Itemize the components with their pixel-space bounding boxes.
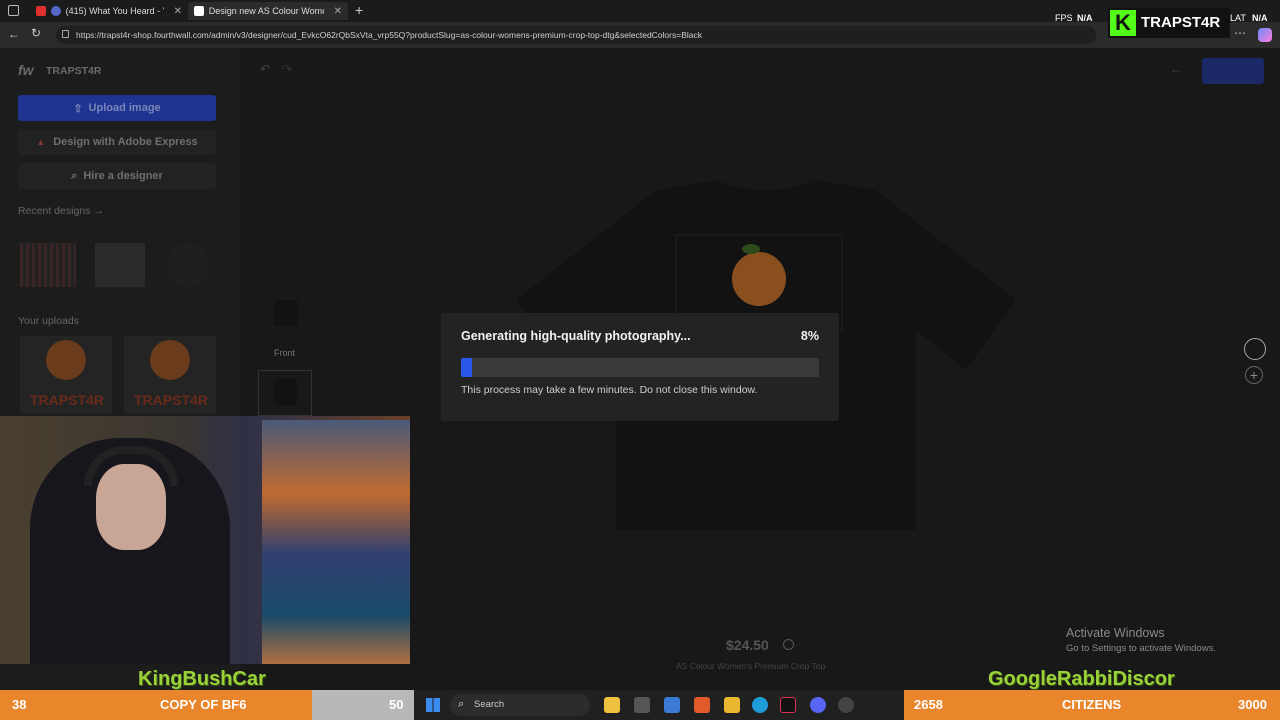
view-front-label: Front xyxy=(274,348,296,358)
edge-icon[interactable] xyxy=(752,697,768,713)
adobe-icon: ▲ xyxy=(36,137,46,147)
nickname-right: GoogleRabbiDiscor xyxy=(988,668,1175,690)
leaf-icon xyxy=(742,244,760,254)
price: $24.50 xyxy=(726,637,769,653)
youtube-icon xyxy=(36,6,46,16)
tab-designer[interactable]: Design new AS Colour Women's ✕ xyxy=(188,2,348,20)
progress-percent: 8% xyxy=(800,329,819,343)
activate-windows-subtitle: Go to Settings to activate Windows. xyxy=(1066,643,1216,654)
info-icon[interactable] xyxy=(783,639,794,650)
upload-thumb[interactable]: TRAPST4R xyxy=(20,336,112,414)
new-tab-icon[interactable]: + xyxy=(355,2,363,18)
audio-icon xyxy=(50,6,61,16)
search-icon: ⌕ xyxy=(71,169,78,182)
url-text: https://trapst4r-shop.fourthwall.com/adm… xyxy=(76,30,702,40)
zoom-reset-icon[interactable] xyxy=(1244,338,1266,360)
upload-thumb-text: TRAPST4R xyxy=(134,392,208,408)
task-view-icon[interactable] xyxy=(634,697,650,713)
search-icon: ⌕ xyxy=(458,698,465,710)
activate-windows-title: Activate Windows xyxy=(1066,626,1165,640)
recent-design-thumb[interactable] xyxy=(20,243,76,287)
back-arrow-icon[interactable]: ← xyxy=(1170,62,1182,76)
goal-left-label: COPY OF BF6 xyxy=(160,697,247,712)
view-thumb-front[interactable]: Front xyxy=(260,294,310,358)
taskbar-search-placeholder: Search xyxy=(474,699,505,710)
taskbar-search[interactable]: ⌕ Search xyxy=(450,694,590,716)
windows-taskbar: ⌕ Search xyxy=(414,690,904,720)
goal-right-label: CITIZENS xyxy=(1062,697,1122,712)
save-button[interactable] xyxy=(1202,58,1264,84)
adobe-express-label: Design with Adobe Express xyxy=(53,136,198,148)
webcam-overlay xyxy=(0,416,410,664)
app-icon[interactable] xyxy=(838,697,854,713)
url-field[interactable]: https://trapst4r-shop.fourthwall.com/adm… xyxy=(56,26,1096,44)
close-icon[interactable]: ✕ xyxy=(174,6,182,17)
store-name: TRAPST4R xyxy=(46,65,102,77)
upload-icon: ⇧ xyxy=(73,102,83,115)
product-name: AS Colour Women's Premium Crop Top xyxy=(676,661,826,671)
modal-title: Generating high-quality photography... xyxy=(461,329,691,343)
recent-designs-link[interactable]: Recent designs → xyxy=(18,205,104,217)
menu-dots-icon[interactable]: ⋯ xyxy=(1234,26,1246,40)
tab-youtube[interactable]: (415) What You Heard - You ✕ xyxy=(30,2,188,20)
kick-logo-icon: K xyxy=(1110,10,1136,36)
back-icon[interactable]: ← xyxy=(8,27,20,41)
adobe-express-button[interactable]: ▲ Design with Adobe Express xyxy=(18,129,216,155)
upload-image-button[interactable]: ⇧ Upload image xyxy=(18,95,216,121)
redo-icon[interactable]: ↷ xyxy=(282,62,292,76)
progress-modal: Generating high-quality photography... 8… xyxy=(441,313,839,421)
discord-icon[interactable] xyxy=(810,697,826,713)
recent-designs-label: Recent designs xyxy=(18,205,91,217)
view-thumb-back[interactable] xyxy=(258,370,312,416)
peach-icon xyxy=(150,340,190,380)
tab-youtube-label: (415) What You Heard - You xyxy=(65,6,164,16)
lock-icon xyxy=(62,30,69,38)
streamer-name: TRAPST4R xyxy=(1141,14,1221,31)
fourthwall-icon xyxy=(194,6,204,16)
peach-icon xyxy=(732,252,786,306)
upload-thumb[interactable]: TRAPST4R xyxy=(124,336,216,414)
file-explorer-icon[interactable] xyxy=(604,697,620,713)
address-bar: ← ↻ https://trapst4r-shop.fourthwall.com… xyxy=(0,22,1280,48)
copilot-icon[interactable] xyxy=(1258,28,1272,42)
recent-design-thumb[interactable] xyxy=(166,243,210,287)
notepad-icon[interactable] xyxy=(664,697,680,713)
fourthwall-logo: fw xyxy=(18,62,34,78)
peach-icon xyxy=(46,340,86,380)
goal-left-count: 38 xyxy=(12,697,27,712)
progress-bar-fill xyxy=(461,358,472,377)
nickname-left: KingBushCar xyxy=(138,668,266,690)
zoom-in-icon[interactable]: + xyxy=(1245,366,1263,384)
progress-bar xyxy=(461,358,819,377)
goal-bar-right: 2658 CITIZENS 3000 xyxy=(904,690,1280,720)
recent-design-thumb[interactable] xyxy=(95,243,145,287)
browser-tab-bar: (415) What You Heard - You ✕ Design new … xyxy=(0,0,1280,23)
windows-start-icon[interactable] xyxy=(426,698,440,712)
peach-design[interactable] xyxy=(724,244,794,314)
hire-designer-label: Hire a designer xyxy=(83,170,163,182)
goal-right-goal: 3000 xyxy=(1238,697,1267,712)
shirt-thumb-icon xyxy=(274,300,298,326)
upload-image-label: Upload image xyxy=(88,102,161,114)
your-uploads-label: Your uploads xyxy=(18,315,79,327)
goal-left-goal: 50 xyxy=(389,697,404,712)
posters xyxy=(262,420,410,664)
tab-actions-icon[interactable] xyxy=(8,5,19,16)
close-icon[interactable]: ✕ xyxy=(334,6,342,17)
tab-designer-label: Design new AS Colour Women's xyxy=(208,6,324,16)
goal-right-count: 2658 xyxy=(914,697,943,712)
tiktok-icon[interactable] xyxy=(780,697,796,713)
goal-bar-left: 38 COPY OF BF6 50 xyxy=(0,690,414,720)
modal-note: This process may take a few minutes. Do … xyxy=(461,384,758,396)
folder-icon[interactable] xyxy=(724,697,740,713)
upload-thumb-text: TRAPST4R xyxy=(30,392,104,408)
streamer-badge: K TRAPST4R xyxy=(1108,8,1230,38)
shirt-thumb-icon xyxy=(273,379,297,405)
hire-designer-button[interactable]: ⌕ Hire a designer xyxy=(18,163,216,189)
arrow-right-icon: → xyxy=(93,205,104,217)
brave-icon[interactable] xyxy=(694,697,710,713)
undo-icon[interactable]: ↶ xyxy=(260,62,270,76)
reload-icon[interactable]: ↻ xyxy=(31,26,41,40)
